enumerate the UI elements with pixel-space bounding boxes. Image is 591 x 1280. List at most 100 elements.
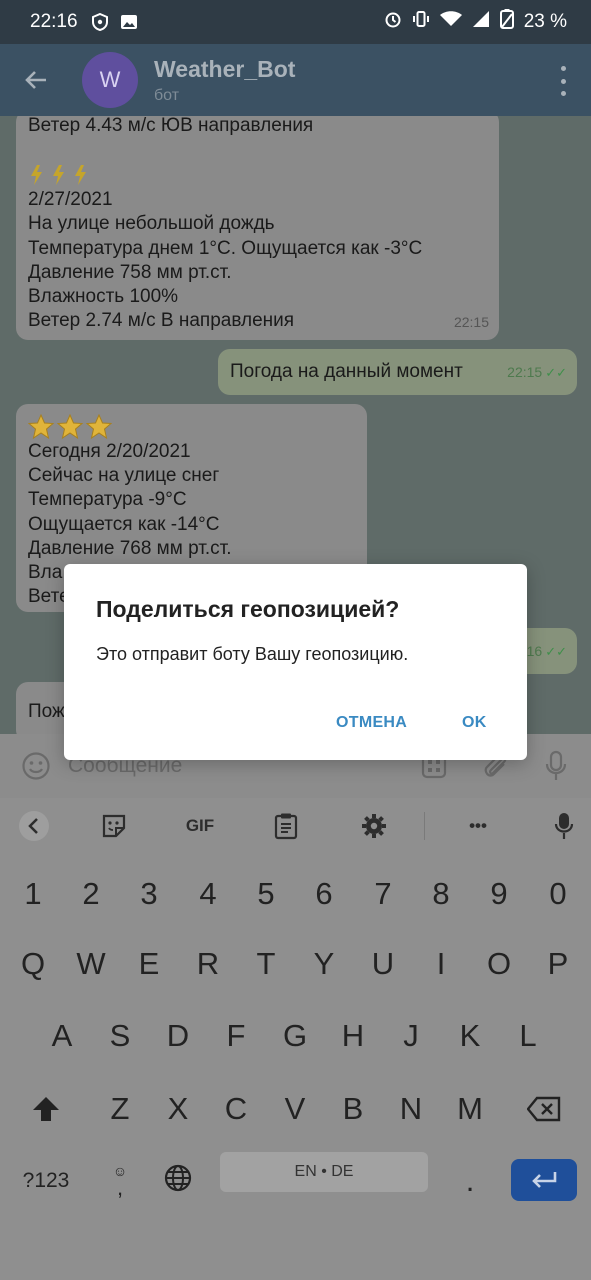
double-check-icon: ✓✓ — [545, 365, 567, 380]
key-d[interactable]: D — [153, 1010, 203, 1062]
key-0[interactable]: 0 — [533, 868, 583, 920]
key-9[interactable]: 9 — [474, 868, 524, 920]
emoji-button[interactable] — [18, 748, 54, 784]
gear-icon — [362, 814, 386, 838]
keyboard: GIF ••• 1 2 3 4 5 6 7 8 9 0 Q W E R T Y … — [0, 798, 591, 1280]
comma-label: , — [116, 1175, 124, 1200]
key-c[interactable]: C — [211, 1083, 261, 1135]
key-s[interactable]: S — [95, 1010, 145, 1062]
key-1[interactable]: 1 — [8, 868, 58, 920]
space-bar[interactable]: EN • DE — [220, 1152, 428, 1192]
key-3[interactable]: 3 — [124, 868, 174, 920]
backspace-icon — [527, 1096, 561, 1122]
dot — [560, 91, 566, 96]
message-bubble-outgoing[interactable]: Погода на данный момент 22:15 ✓✓ — [218, 349, 577, 395]
gif-button[interactable]: GIF — [180, 808, 220, 844]
microphone-icon — [554, 813, 574, 839]
key-l[interactable]: L — [503, 1010, 553, 1062]
dot — [560, 78, 566, 84]
more-menu-button[interactable] — [557, 66, 569, 96]
key-h[interactable]: H — [328, 1010, 378, 1062]
avatar[interactable]: W — [82, 52, 138, 108]
globe-icon — [164, 1164, 192, 1192]
message-line: Сейчас на улице снег — [28, 465, 220, 487]
message-line: Давление 768 мм рт.ст. — [28, 537, 232, 559]
key-r[interactable]: R — [183, 938, 233, 990]
key-6[interactable]: 6 — [299, 868, 349, 920]
message-line: Влажность 100% — [28, 286, 179, 308]
key-4[interactable]: 4 — [183, 868, 233, 920]
battery-icon — [499, 9, 514, 35]
clipboard-button[interactable] — [266, 808, 306, 844]
enter-arrow-icon — [532, 1172, 557, 1188]
back-button[interactable] — [0, 44, 72, 116]
language-key[interactable] — [153, 1152, 203, 1204]
key-q[interactable]: Q — [8, 938, 58, 990]
key-5[interactable]: 5 — [241, 868, 291, 920]
chat-header: W Weather_Bot бот — [0, 44, 591, 116]
message-bubble-incoming[interactable]: Ветер 4.43 м/с ЮВ направления 2/27/2021 … — [16, 116, 499, 340]
key-k[interactable]: K — [445, 1010, 495, 1062]
double-check-icon: ✓✓ — [545, 644, 567, 659]
toolbar-divider — [424, 812, 425, 840]
collapse-toolbar-button[interactable] — [14, 808, 54, 844]
message-line: Температура днем 1°C. Ощущается как -3°C — [28, 237, 423, 259]
key-n[interactable]: N — [386, 1083, 436, 1135]
key-u[interactable]: U — [358, 938, 408, 990]
key-w[interactable]: W — [66, 938, 116, 990]
enter-key[interactable] — [511, 1159, 577, 1201]
smiley-icon — [22, 752, 50, 780]
voice-record-button[interactable] — [538, 748, 574, 784]
dot — [560, 66, 566, 71]
message-line-blank — [28, 138, 487, 162]
key-8[interactable]: 8 — [416, 868, 466, 920]
period-key[interactable]: . — [445, 1155, 495, 1207]
more-options-button[interactable]: ••• — [458, 808, 498, 844]
voice-input-button[interactable] — [544, 808, 584, 844]
key-o[interactable]: O — [474, 938, 524, 990]
key-g[interactable]: G — [270, 1010, 320, 1062]
dialog-title: Поделиться геопозицией? — [96, 596, 400, 622]
key-p[interactable]: P — [533, 938, 583, 990]
message-line: Ощущается как -14°C — [28, 513, 220, 535]
chevron-left-icon — [19, 811, 49, 841]
key-x[interactable]: X — [153, 1083, 203, 1135]
key-e[interactable]: E — [124, 938, 174, 990]
keyboard-toolbar: GIF ••• — [0, 798, 591, 856]
key-2[interactable]: 2 — [66, 868, 116, 920]
message-time: 22:15 — [453, 313, 489, 330]
vibrate-icon — [412, 10, 430, 34]
symbols-key[interactable]: ?123 — [21, 1155, 71, 1207]
ok-button[interactable]: OK — [462, 714, 487, 732]
share-location-dialog: Поделиться геопозицией? Это отправит бот… — [64, 564, 527, 760]
clipboard-icon — [274, 813, 298, 840]
shift-key[interactable] — [21, 1083, 71, 1135]
key-7[interactable]: 7 — [358, 868, 408, 920]
key-z[interactable]: Z — [95, 1083, 145, 1135]
key-m[interactable]: M — [445, 1083, 495, 1135]
dialog-message: Это отправит боту Вашу геопозицию. — [96, 644, 409, 664]
key-i[interactable]: I — [416, 938, 466, 990]
backspace-key[interactable] — [519, 1083, 569, 1135]
key-b[interactable]: B — [328, 1083, 378, 1135]
comma-emoji-key[interactable]: ☺ , — [95, 1155, 145, 1207]
settings-button[interactable] — [354, 808, 394, 844]
key-y[interactable]: Y — [299, 938, 349, 990]
signal-icon — [472, 10, 490, 34]
chat-title-block[interactable]: Weather_Bot бот — [154, 56, 295, 105]
battery-percent: 23 % — [523, 11, 567, 32]
chat-title: Weather_Bot — [154, 55, 296, 82]
key-v[interactable]: V — [270, 1083, 320, 1135]
key-j[interactable]: J — [386, 1010, 436, 1062]
key-a[interactable]: A — [37, 1010, 87, 1062]
wifi-icon — [439, 11, 462, 33]
message-time: 22:15 — [507, 364, 543, 380]
key-t[interactable]: T — [241, 938, 291, 990]
sticker-button[interactable] — [94, 808, 134, 844]
cancel-button[interactable]: ОТМЕНА — [336, 714, 407, 732]
sticker-icon — [102, 814, 126, 838]
key-f[interactable]: F — [211, 1010, 261, 1062]
message-text: Погода на данный момент — [230, 361, 463, 382]
message-line: Температура -9°C — [28, 489, 187, 511]
lightning-emoji — [28, 162, 487, 188]
